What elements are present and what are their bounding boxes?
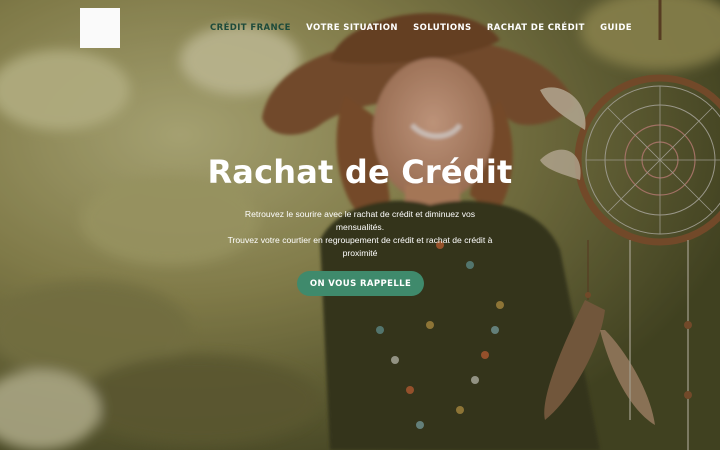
hero-description-line: Trouvez votre courtier en regroupement d… <box>227 235 493 245</box>
hero-description-line: proximité <box>342 248 378 258</box>
nav-item-votre-situation[interactable]: VOTRE SITUATION <box>306 23 398 33</box>
main-navigation: CRÉDIT FRANCE VOTRE SITUATION SOLUTIONS … <box>210 21 632 35</box>
site-logo[interactable] <box>80 8 120 48</box>
nav-item-rachat-de-credit[interactable]: RACHAT DE CRÉDIT <box>487 23 585 33</box>
callback-button[interactable]: ON VOUS RAPPELLE <box>297 271 424 296</box>
hero-title: Rachat de Crédit <box>207 153 513 191</box>
nav-item-guide[interactable]: GUIDE <box>600 23 632 33</box>
nav-item-solutions[interactable]: SOLUTIONS <box>413 23 471 33</box>
hero-description: Retrouvez le sourire avec le rachat de c… <box>225 208 495 260</box>
nav-item-credit-france[interactable]: CRÉDIT FRANCE <box>210 23 291 33</box>
hero-description-line: Retrouvez le sourire avec le rachat de c… <box>244 209 476 232</box>
page: CRÉDIT FRANCE VOTRE SITUATION SOLUTIONS … <box>0 0 720 450</box>
